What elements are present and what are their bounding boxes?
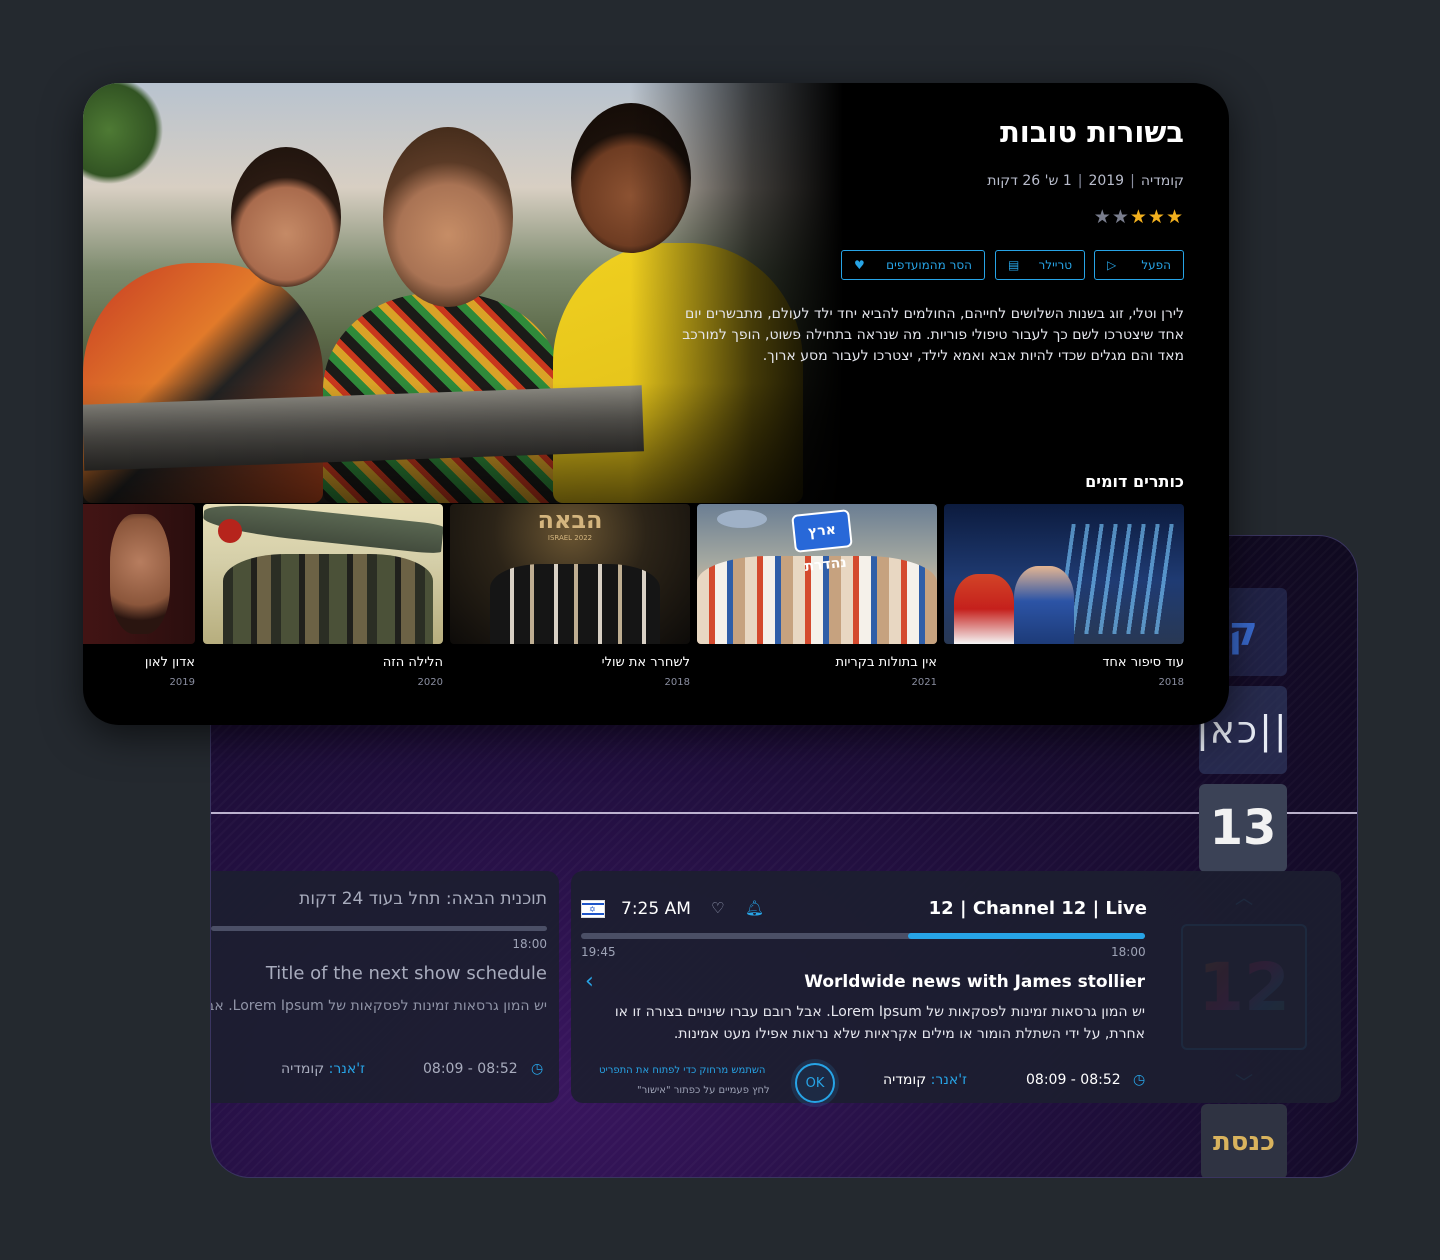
trailer-button-label: טריילר — [1038, 258, 1072, 272]
similar-title-year: 2018 — [664, 677, 690, 685]
movie-duration: 1 ש' 26 דקות — [987, 173, 1072, 189]
next-show-title: Title of the next show schedule — [265, 963, 547, 984]
similar-title-name: הלילה הזה — [382, 655, 443, 670]
genre-value: קומדיה — [883, 1072, 927, 1088]
next-show-time-range: 08:09 - 08:52 — [423, 1061, 518, 1077]
live-show-time-range: 08:09 - 08:52 — [1026, 1072, 1121, 1088]
similar-title-card[interactable]: עוד סיפור אחד 2018 — [944, 504, 1184, 685]
star-filled-icon: ★ — [1147, 206, 1166, 228]
channel-logo-text: ק — [1228, 609, 1258, 655]
film-icon: ▤ — [1008, 258, 1020, 272]
similar-thumbnail: ארץ נהדרת — [697, 504, 937, 644]
star-filled-icon: ★ — [1165, 206, 1184, 228]
next-program-panel: תוכנית הבאה: תחל בעוד 24 דקות 18:00 Titl… — [211, 871, 559, 1103]
movie-details-card: בשורות טובות קומדיה|2019|1 ש' 26 דקות ★★… — [83, 83, 1229, 725]
current-time: 7:25 AM — [621, 899, 691, 919]
israel-flag-icon: ✡ — [581, 900, 605, 918]
live-show-title: Worldwide news with James stollier — [804, 972, 1145, 992]
remote-hint-secondary: לחץ פעמיים על כפתור "אישור" — [637, 1085, 770, 1096]
similar-title-card[interactable]: ארץ נהדרת אין בתולות בקריות 2021 — [697, 504, 937, 685]
live-progress-fill — [908, 933, 1145, 939]
channel-logo-text: כנסת — [1213, 1126, 1275, 1157]
poster-title: הבאה — [537, 506, 603, 534]
hero-image — [83, 83, 843, 503]
live-show-description: יש המון גרסאות זמינות לפסקאות של Lorem I… — [614, 1004, 1145, 1042]
hero-side-fade — [83, 83, 843, 503]
movie-title: בשורות טובות — [999, 115, 1184, 149]
remote-hint-primary: השתמש מרחוק כדי לפתוח את התפריט — [599, 1065, 766, 1076]
channel-logo-knesset[interactable]: כנסת — [1201, 1104, 1287, 1177]
next-program-title: תוכנית הבאה: תחל בעוד 24 דקות — [299, 889, 547, 909]
heart-icon: ♥ — [854, 258, 865, 272]
similar-title-year: 2021 — [911, 677, 937, 685]
next-program-progress — [211, 926, 547, 931]
star-filled-icon: ★ — [1129, 206, 1148, 228]
ok-button[interactable]: OK — [795, 1063, 835, 1103]
similar-title-name: אדון לאון — [144, 655, 195, 670]
next-program-time: 18:00 — [512, 937, 547, 951]
similar-title-year: 2018 — [1158, 677, 1184, 685]
channel-logo-text: 13 — [1209, 800, 1277, 856]
poster-subtitle: ISRAEL 2022 — [547, 534, 593, 542]
similar-thumbnail — [203, 504, 443, 644]
similar-title-name: לשחרר את שולי — [601, 655, 690, 670]
similar-title-year: 2020 — [417, 677, 443, 685]
chevron-left-icon[interactable]: ‹ — [585, 969, 594, 994]
star-empty-icon: ★ — [1111, 206, 1130, 228]
live-show-genre: ז'אנר: קומדיה — [883, 1072, 967, 1088]
heart-icon[interactable]: ♡ — [711, 899, 724, 917]
similar-title-card[interactable]: הלילה הזה 2020 — [203, 504, 443, 685]
similar-title-year: 2019 — [169, 677, 195, 685]
live-channel-label: 12 | Channel 12 | Live — [928, 898, 1147, 919]
live-start-time: 19:45 — [581, 945, 616, 959]
genre-key: ז'אנר: — [328, 1061, 365, 1077]
similar-titles-heading: כותרים דומים — [1085, 472, 1184, 491]
rating-stars: ★★★★★ — [1094, 206, 1184, 228]
similar-thumbnail: הבאה ISRAEL 2022 — [450, 504, 690, 644]
next-show-genre: ז'אנר: קומדיה — [281, 1061, 365, 1077]
similar-title-card[interactable]: הבאה ISRAEL 2022 לשחרר את שולי 2018 — [450, 504, 690, 685]
live-progress-bar — [581, 933, 1145, 939]
movie-description: לירן וטלי, זוג בשנות השלושים לחייהם, החו… — [682, 306, 1184, 364]
remove-favorites-label: הסר מהמועדפים — [886, 258, 972, 272]
play-button-label: הפעל — [1141, 258, 1171, 272]
next-show-description: יש המון גרסאות זמינות לפסקאות של Lorem I… — [211, 998, 547, 1014]
remove-favorites-button[interactable]: הסר מהמועדפים ♥ — [841, 250, 985, 280]
movie-meta: קומדיה|2019|1 ש' 26 דקות — [987, 173, 1184, 189]
bell-icon[interactable]: 🔔︎ — [745, 899, 764, 917]
poster-badge: ארץ נהדרת — [791, 509, 853, 575]
star-empty-icon: ★ — [1093, 206, 1112, 228]
clock-icon: ◷ — [1133, 1072, 1146, 1088]
similar-title-card[interactable]: אדון לאון 2019 — [83, 504, 195, 685]
similar-thumbnail — [83, 504, 195, 644]
movie-year: 2019 — [1088, 173, 1125, 189]
genre-value: קומדיה — [281, 1061, 325, 1077]
clock-icon: ◷ — [531, 1061, 544, 1077]
play-button[interactable]: הפעל ▷ — [1094, 250, 1184, 280]
similar-title-name: אין בתולות בקריות — [835, 655, 937, 670]
play-icon: ▷ — [1107, 258, 1117, 272]
channel-logo-13[interactable]: 13 — [1199, 784, 1287, 872]
similar-thumbnail — [944, 504, 1184, 644]
live-program-panel: ✡ 7:25 AM ♡ 🔔︎ 12 | Channel 12 | Live 19… — [571, 871, 1341, 1103]
genre-key: ז'אנר: — [930, 1072, 967, 1088]
trailer-button[interactable]: טריילר ▤ — [995, 250, 1085, 280]
similar-title-name: עוד סיפור אחד — [1102, 655, 1184, 670]
movie-genre: קומדיה — [1140, 173, 1184, 189]
live-end-time: 18:00 — [1111, 945, 1146, 959]
